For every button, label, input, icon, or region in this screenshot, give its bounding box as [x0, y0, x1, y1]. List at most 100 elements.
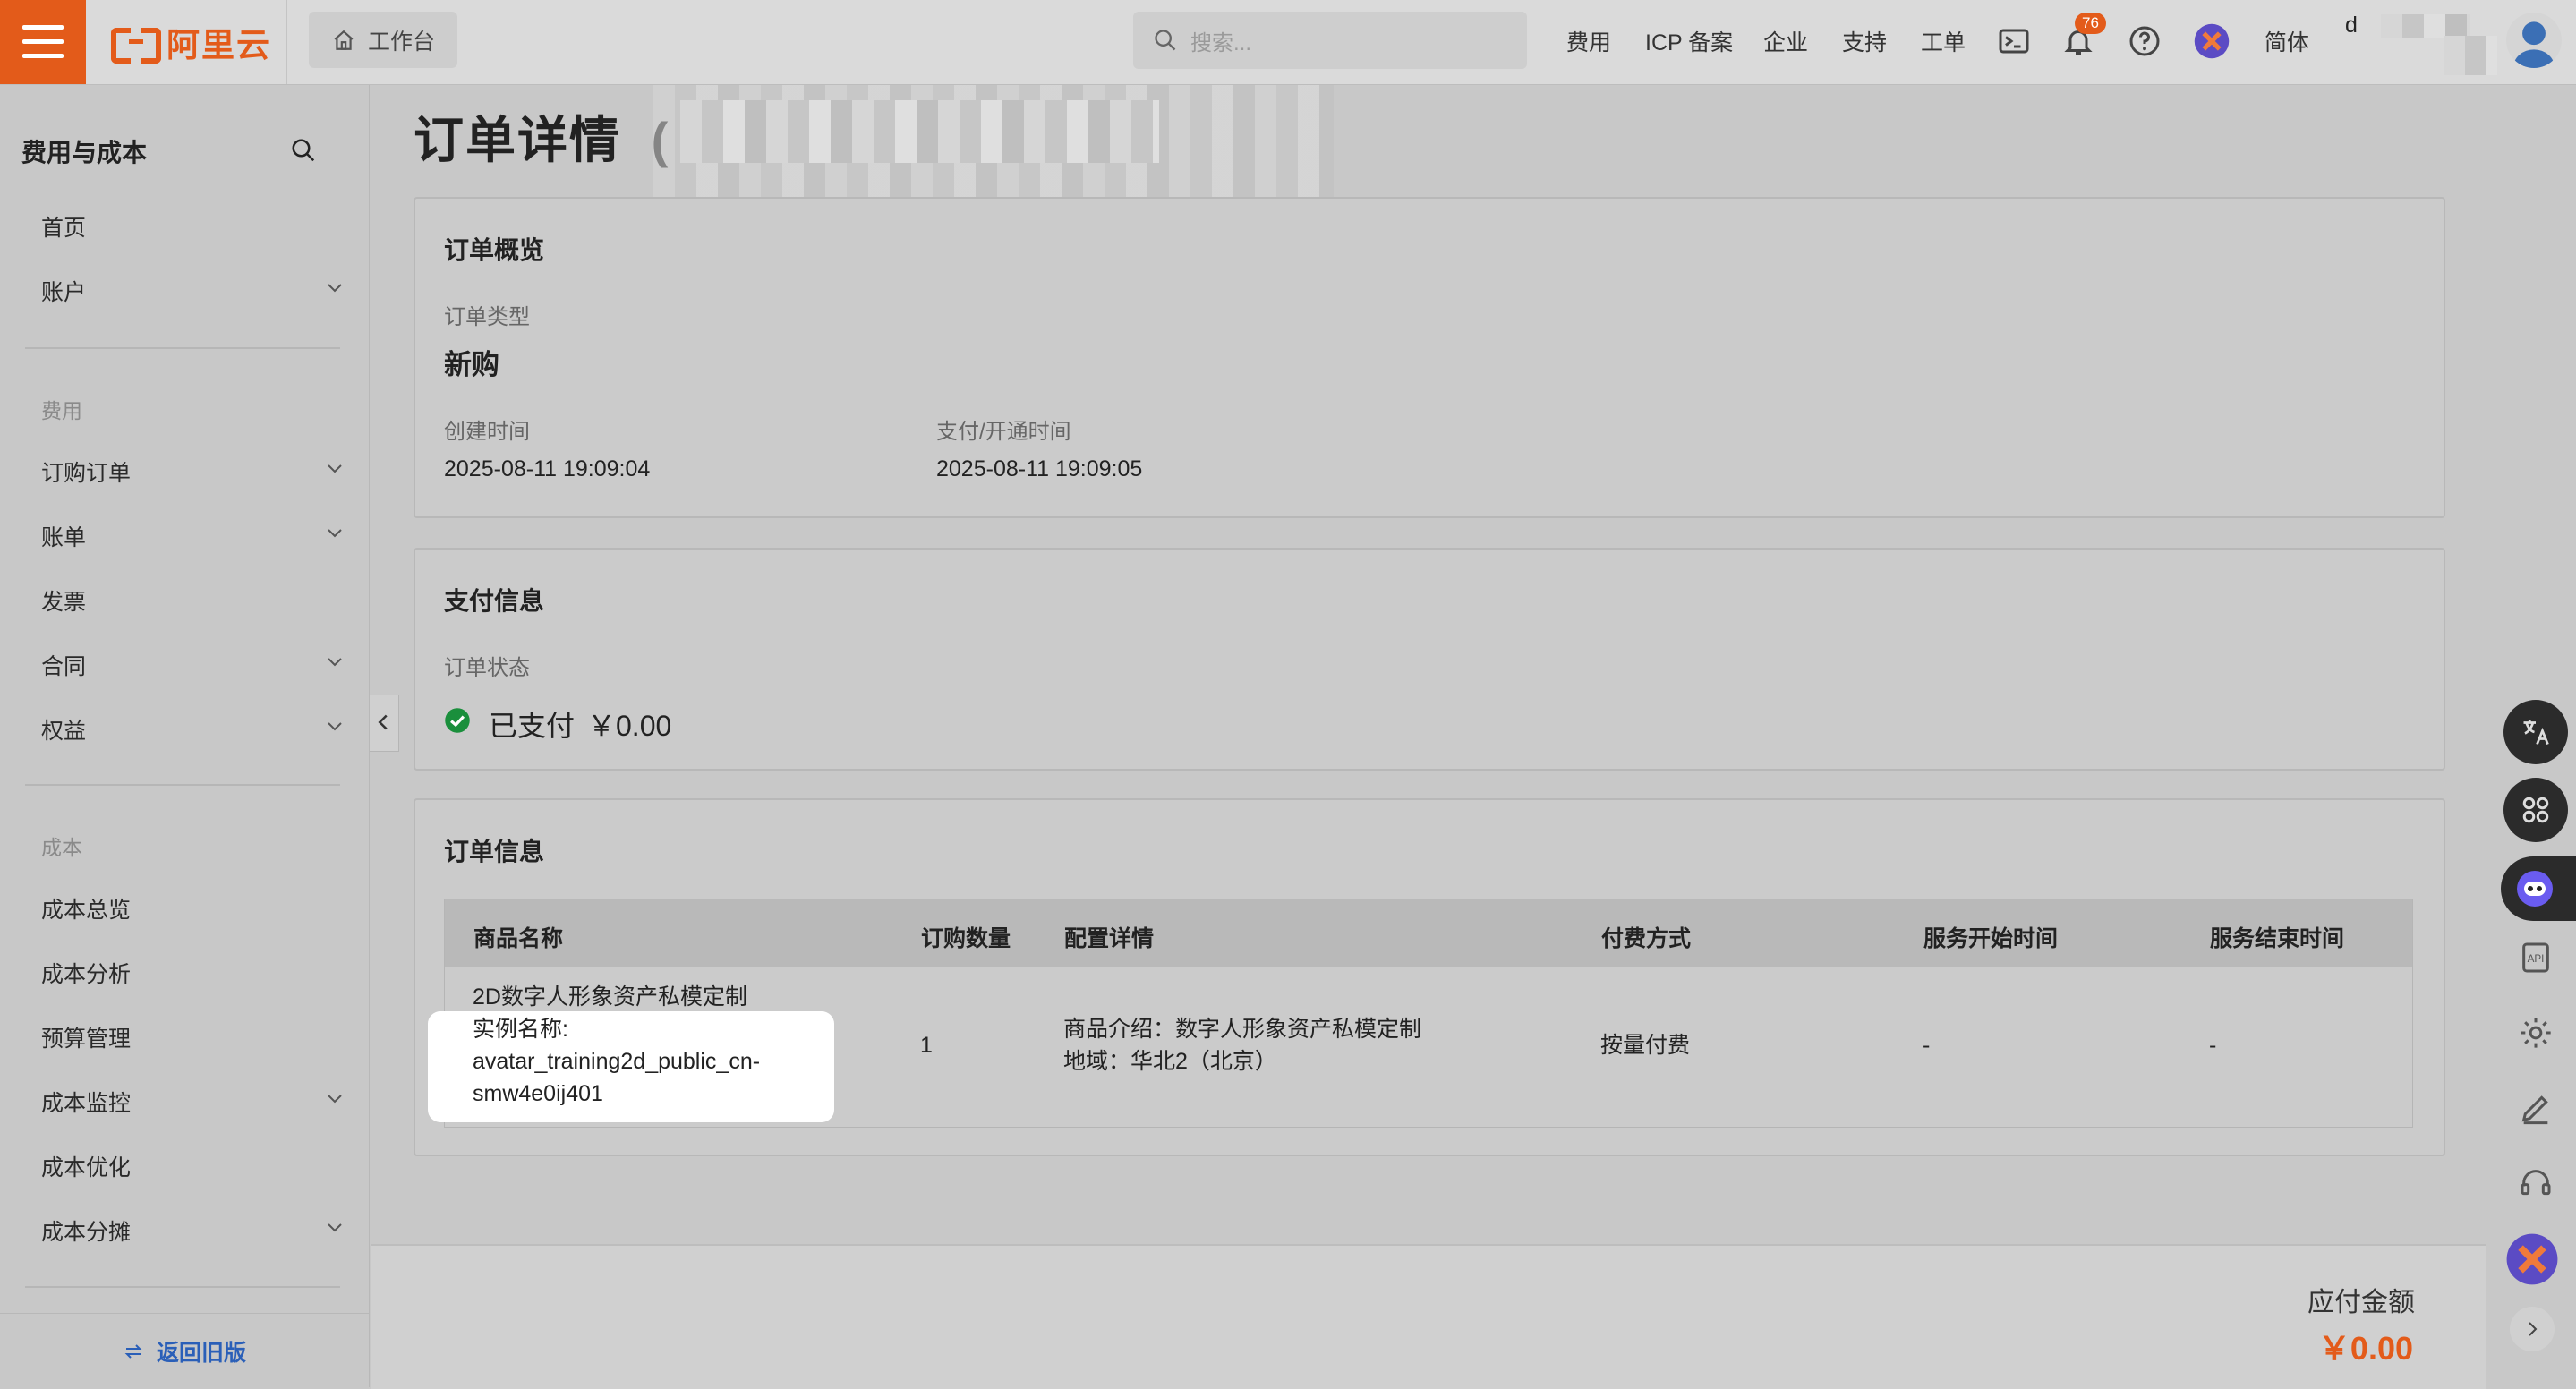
chevron-right-icon — [2529, 1322, 2538, 1336]
svg-text:API: API — [2528, 953, 2545, 965]
order-type-label: 订单类型 — [444, 305, 530, 329]
page-title-text: 订单详情 — [414, 112, 621, 168]
avatar[interactable] — [2506, 13, 2562, 68]
payable-label: 应付金额 — [2307, 1288, 2415, 1317]
home-icon — [334, 30, 354, 50]
sidebar-item-bills[interactable]: 账单 — [41, 520, 86, 552]
sidebar-item-cost-monitor[interactable]: 成本监控 — [41, 1086, 131, 1118]
divider — [286, 0, 287, 84]
sidebar-item-benefits[interactable]: 权益 — [41, 713, 86, 746]
paid-amount: ￥0.00 — [587, 710, 672, 742]
sidebar: 费用与成本 首页 账户 费用 订购订单 账单 发票 合同 权益 成本 成本总览 … — [0, 85, 370, 1387]
sidebar-search-icon[interactable] — [290, 137, 317, 164]
redacted-account — [2444, 36, 2497, 75]
chevron-left-icon — [378, 714, 388, 730]
col-billing: 付费方式 — [1601, 926, 1692, 951]
translate-icon — [2523, 720, 2549, 746]
nav-icp[interactable]: ICP 备案 — [1645, 25, 1733, 57]
chevron-down-icon[interactable] — [324, 457, 345, 479]
sidebar-item-cost-overview[interactable]: 成本总览 — [41, 892, 131, 925]
username[interactable]: d — [2345, 13, 2358, 38]
workbench-button[interactable]: 工作台 — [309, 12, 457, 68]
language-switch[interactable]: 简体 — [2265, 25, 2309, 57]
edit-icon[interactable] — [2518, 1090, 2554, 1126]
top-bar: 阿里云 工作台 搜索... 费用 ICP 备案 企业 支持 工单 76 简体 d — [0, 0, 2576, 85]
col-quantity: 订购数量 — [921, 926, 1011, 951]
apps-button[interactable] — [2503, 778, 2568, 842]
chevron-down-icon[interactable] — [324, 1216, 345, 1238]
assistant-icon — [2517, 871, 2553, 907]
payment-info-card: 支付信息 订单状态 已支付 ￥0.00 — [414, 548, 2445, 771]
col-start-time: 服务开始时间 — [1923, 926, 2059, 951]
col-end-time: 服务结束时间 — [2210, 926, 2345, 951]
swap-icon — [124, 1343, 142, 1359]
service-end: - — [2209, 1033, 2217, 1058]
chevron-down-icon[interactable] — [324, 277, 345, 298]
order-info-heading: 订单信息 — [444, 838, 545, 865]
nav-support[interactable]: 支持 — [1842, 25, 1887, 57]
sidebar-item-home[interactable]: 首页 — [41, 210, 86, 243]
aliyun-logo[interactable]: 阿里云 — [111, 20, 271, 64]
sidebar-item-invoice[interactable]: 发票 — [41, 584, 86, 617]
settings-icon[interactable] — [2518, 1015, 2554, 1051]
divider — [25, 784, 340, 786]
help-icon[interactable] — [2128, 25, 2161, 57]
chevron-down-icon[interactable] — [324, 522, 345, 543]
back-to-old-version-button[interactable]: 返回旧版 — [0, 1313, 369, 1388]
created-time-value: 2025-08-11 19:09:04 — [444, 456, 651, 481]
billing-method: 按量付费 — [1600, 1033, 1691, 1058]
config-intro: 商品介绍：数字人形象资产私模定制 — [1063, 1017, 1422, 1042]
instance-label: 实例名称: — [473, 1017, 568, 1042]
divider — [25, 1286, 340, 1288]
logo-mark-icon — [111, 26, 161, 64]
config-region: 地域：华北2（北京） — [1063, 1049, 1277, 1074]
logo-text: 阿里云 — [166, 27, 271, 64]
sidebar-item-cost-optimize[interactable]: 成本优化 — [41, 1150, 131, 1182]
translate-button[interactable] — [2503, 700, 2568, 764]
service-start: - — [1923, 1033, 1931, 1058]
chevron-down-icon[interactable] — [324, 1087, 345, 1109]
order-status-label: 订单状态 — [444, 656, 530, 680]
nav-enterprise[interactable]: 企业 — [1763, 25, 1808, 57]
instance-name-line2[interactable]: smw4e0ij401 — [473, 1078, 603, 1110]
sidebar-item-cost-allocation[interactable]: 成本分摊 — [41, 1214, 131, 1247]
nav-fee[interactable]: 费用 — [1566, 25, 1611, 57]
search-input[interactable]: 搜索... — [1133, 12, 1527, 69]
page-title: 订单详情 ( — [414, 100, 670, 173]
sidebar-item-contract[interactable]: 合同 — [41, 649, 86, 681]
headset-icon[interactable] — [2518, 1165, 2554, 1201]
payable-amount: ￥0.00 — [2317, 1330, 2413, 1367]
user-icon — [2512, 21, 2555, 68]
redacted-username — [2381, 14, 2470, 38]
chevron-down-icon[interactable] — [324, 651, 345, 672]
sidebar-item-account[interactable]: 账户 — [41, 275, 86, 307]
chevron-down-icon[interactable] — [324, 715, 345, 737]
sidebar-item-cost-analysis[interactable]: 成本分析 — [41, 957, 131, 989]
assistant-button[interactable] — [2501, 856, 2576, 921]
sidebar-item-budget[interactable]: 预算管理 — [41, 1021, 131, 1053]
expand-rail-button[interactable] — [2510, 1307, 2555, 1351]
sidebar-group-cost: 成本 — [41, 836, 82, 859]
terminal-icon[interactable] — [1998, 25, 2030, 57]
sparkle-icon[interactable] — [2504, 1231, 2560, 1287]
payment-footer: 应付金额 ￥0.00 — [371, 1244, 2486, 1389]
col-config: 配置详情 — [1064, 926, 1155, 951]
order-overview-card: 订单概览 订单类型 新购 创建时间 2025-08-11 19:09:04 支付… — [414, 197, 2445, 518]
api-icon[interactable]: API — [2518, 940, 2554, 976]
back-label: 返回旧版 — [156, 1340, 246, 1366]
payment-heading: 支付信息 — [444, 587, 545, 615]
sidebar-title: 费用与成本 — [21, 139, 148, 166]
nav-ticket[interactable]: 工单 — [1921, 25, 1966, 57]
sidebar-collapse-button[interactable] — [370, 694, 399, 752]
menu-button[interactable] — [0, 0, 86, 84]
paid-time-label: 支付/开通时间 — [936, 420, 1071, 444]
created-time-label: 创建时间 — [444, 420, 530, 444]
sidebar-item-orders[interactable]: 订购订单 — [41, 456, 131, 488]
hamburger-icon — [22, 25, 64, 30]
apps-icon — [2522, 797, 2549, 823]
sidebar-group-fee: 费用 — [41, 399, 82, 422]
search-icon — [1155, 30, 1176, 51]
table-header: 商品名称 订购数量 配置详情 付费方式 服务开始时间 服务结束时间 — [445, 899, 2412, 967]
ai-sparkle-icon[interactable] — [2193, 22, 2231, 60]
instance-name-line1[interactable]: avatar_training2d_public_cn- — [473, 1045, 760, 1078]
